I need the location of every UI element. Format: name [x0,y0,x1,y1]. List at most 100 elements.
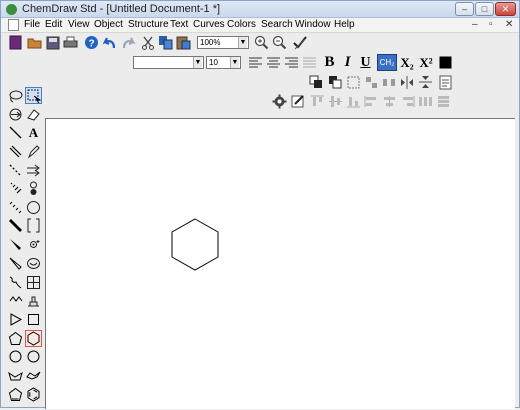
align-middle-icon[interactable] [327,93,344,110]
eraser-icon[interactable] [25,106,42,123]
chevron-down-icon[interactable]: ▼ [230,57,239,68]
cyclopentadiene-icon[interactable] [7,386,24,403]
cyclopentane-chair-icon[interactable] [7,367,24,384]
menu-search[interactable]: Search [261,19,293,30]
pentagon-ring-icon[interactable] [7,330,24,347]
orbital-tool-icon[interactable] [25,180,42,197]
template-tool-icon[interactable] [25,292,42,309]
heptagon-ring-icon[interactable] [7,348,24,365]
lasso-icon[interactable] [7,87,24,104]
dashed-bond-icon[interactable] [7,162,24,179]
double-bond-icon[interactable] [7,143,24,160]
flip-vertical-icon[interactable] [417,74,434,91]
menu-curves[interactable]: Curves [193,19,225,30]
align-center-icon[interactable] [265,54,282,71]
menu-object[interactable]: Object [94,19,123,30]
minimize-button[interactable]: – [455,2,474,16]
gear-icon[interactable] [271,93,288,110]
print-icon[interactable] [62,34,79,51]
doc-restore-button[interactable]: ▫ [489,19,493,30]
bold-button[interactable]: B [321,54,338,71]
distribute-vertical-icon[interactable] [435,93,452,110]
cut-icon[interactable] [139,34,156,51]
document-icon[interactable] [8,19,19,31]
zoom-select[interactable]: 100% ▼ [197,36,249,49]
save-icon[interactable] [44,34,61,51]
restore-button[interactable]: □ [475,2,494,16]
table-tool-icon[interactable] [25,274,42,291]
hexagon-structure[interactable] [171,218,219,271]
bring-to-front-icon[interactable] [308,74,325,91]
chemical-symbols-icon[interactable] [25,236,42,253]
wavy-bond-icon[interactable] [7,274,24,291]
marquee-select-icon[interactable] [25,87,42,104]
help-icon[interactable]: ? [83,34,100,51]
zoom-in-icon[interactable] [253,34,270,51]
menu-file[interactable]: File [24,19,40,30]
structure-edit-icon[interactable] [290,93,307,110]
clean-structure-icon[interactable] [291,34,308,51]
flip-horizontal-icon[interactable] [399,74,416,91]
menu-help[interactable]: Help [334,19,355,30]
subscript-button[interactable]: X₂ [398,54,416,71]
menu-structure[interactable]: Structure [128,19,169,30]
underline-button[interactable]: U [357,54,374,71]
doc-minimize-button[interactable]: – [472,19,478,30]
arrow-tool-icon[interactable] [25,162,42,179]
send-to-back-icon[interactable] [327,74,344,91]
bracket-tool-icon[interactable] [25,217,42,234]
menu-view[interactable]: View [68,19,90,30]
distribute-horizontal-icon[interactable] [417,93,434,110]
paste-icon[interactable] [175,34,192,51]
menu-text[interactable]: Text [170,19,188,30]
close-button[interactable]: ✕ [495,2,516,16]
group-icon[interactable] [345,74,362,91]
acyclic-chain-icon[interactable] [7,292,24,309]
align-left-icon[interactable] [247,54,264,71]
drawing-elements-icon[interactable] [25,199,42,216]
benzene-ring-icon[interactable] [25,386,42,403]
doc-close-button[interactable]: ✕ [505,19,513,30]
align-bottom-icon[interactable] [345,93,362,110]
align-right-icon[interactable] [283,54,300,71]
superscript-button[interactable]: X² [417,54,435,71]
wedge-bond-icon[interactable] [7,236,24,253]
single-bond-icon[interactable] [7,124,24,141]
copy-icon[interactable] [157,34,174,51]
hashed-bond-icon[interactable] [7,199,24,216]
octagon-ring-icon[interactable] [25,348,42,365]
structure-perspective-icon[interactable] [7,106,24,123]
align-left-edges-icon[interactable] [363,93,380,110]
pen-tool-icon[interactable] [25,143,42,160]
align-objects-icon[interactable] [363,74,380,91]
query-tool-icon[interactable] [25,255,42,272]
triangle-ring-icon[interactable] [7,311,24,328]
hashed-wedge-bond-icon[interactable] [7,180,24,197]
square-ring-icon[interactable] [25,311,42,328]
cyclohexane-chair-icon[interactable] [25,367,42,384]
chevron-down-icon[interactable]: ▼ [193,57,202,68]
distribute-icon[interactable] [381,74,398,91]
bold-bond-icon[interactable] [7,217,24,234]
open-folder-icon[interactable] [26,34,43,51]
font-size-select[interactable]: 10 ▼ [206,56,241,69]
justify-icon[interactable] [301,54,318,71]
hexagon-ring-icon[interactable] [25,330,42,347]
align-top-icon[interactable] [309,93,326,110]
drawing-canvas[interactable] [45,118,515,409]
chemical-style-button[interactable]: CH₂ [377,54,397,71]
new-document-icon[interactable] [7,34,24,51]
zoom-out-icon[interactable] [271,34,288,51]
align-center-vertical-icon[interactable] [381,93,398,110]
chevron-down-icon[interactable]: ▼ [238,37,247,48]
text-tool-button[interactable]: A [25,124,42,141]
undo-icon[interactable] [101,34,118,51]
align-right-edges-icon[interactable] [399,93,416,110]
menu-edit[interactable]: Edit [45,19,62,30]
document-settings-icon[interactable] [437,74,454,91]
font-select[interactable]: ▼ [133,56,204,69]
redo-icon[interactable] [120,34,137,51]
italic-button[interactable]: I [339,54,356,71]
menu-colors[interactable]: Colors [227,19,256,30]
hollow-wedge-bond-icon[interactable] [7,255,24,272]
